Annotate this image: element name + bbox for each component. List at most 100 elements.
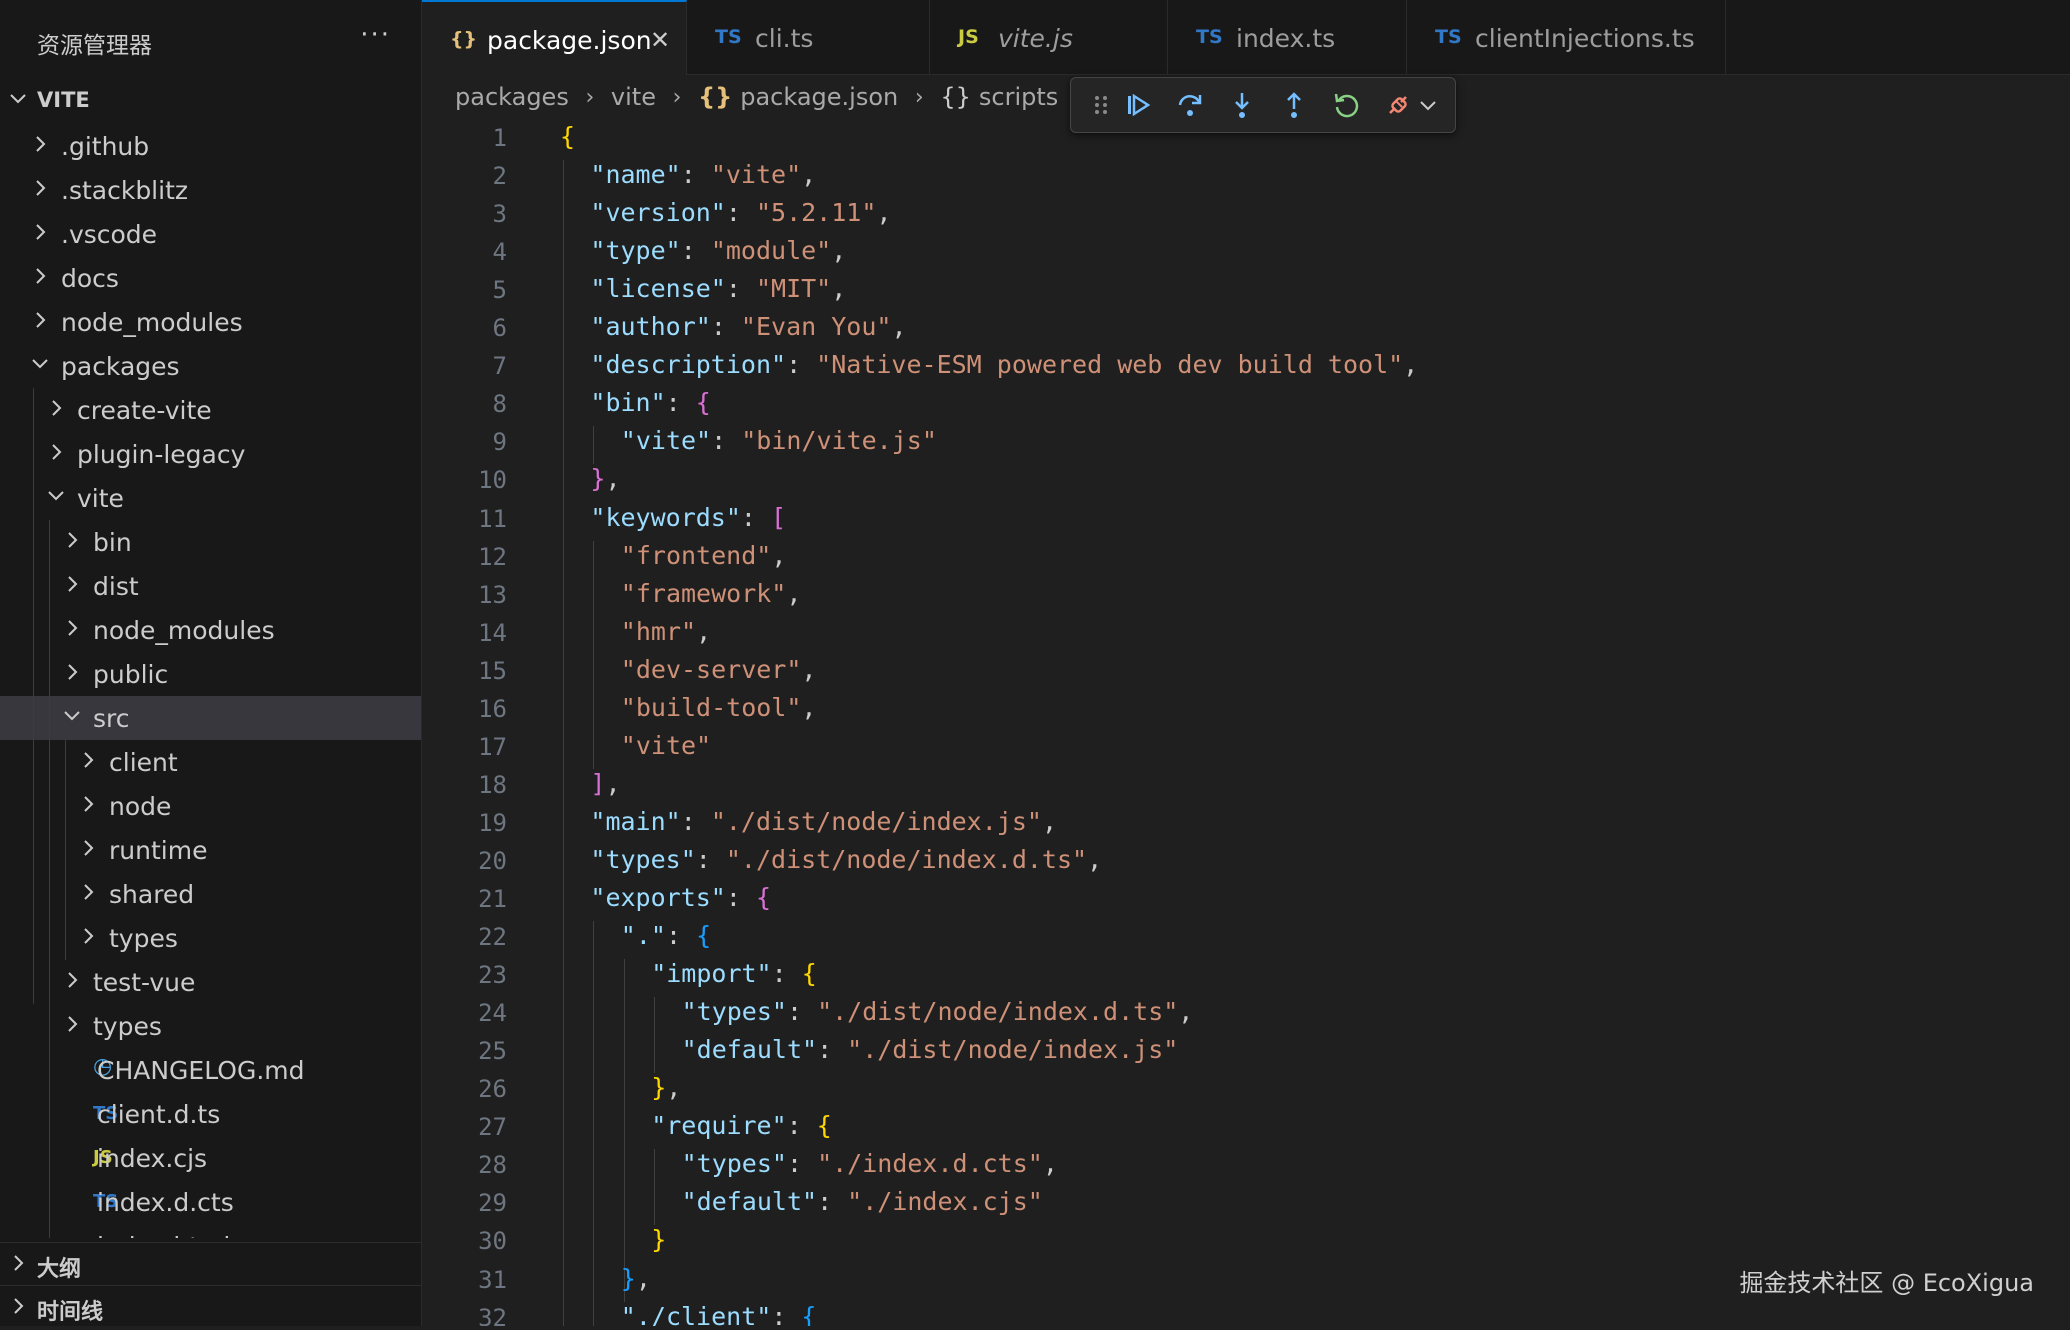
code-line[interactable]: ], [590,769,620,798]
tree-file-row[interactable]: TS index.d.cts [0,1180,421,1224]
tree-folder-row[interactable]: node_modules [0,608,421,652]
tree-folder-row[interactable]: .vscode [0,212,421,256]
code-token: , [605,464,621,494]
restart-icon[interactable] [1330,89,1362,121]
code-line[interactable]: "types": "./index.d.cts", [682,1149,1058,1178]
continue-icon[interactable] [1122,89,1154,121]
outline-label: 大纲 [37,1257,82,1282]
code-token: , [1178,997,1194,1027]
code-token: "bin/vite.js" [741,426,937,456]
tree-folder-row[interactable]: bin [0,520,421,564]
code-line[interactable]: "keywords": [ [590,503,786,532]
ts-icon: TS [1196,26,1223,48]
tree-file-row[interactable]: TS client.d.ts [0,1092,421,1136]
tree-folder-row[interactable]: create-vite [0,388,421,432]
code-line[interactable]: "dev-server", [621,655,817,684]
code-line[interactable]: "require": { [651,1111,832,1140]
chevron-right-icon [84,796,94,812]
line-number: 28 [478,1151,507,1180]
code-line[interactable]: "types": "./dist/node/index.d.ts", [590,845,1102,874]
tree-folder-row[interactable]: packages [0,344,421,388]
code-line[interactable]: "import": { [651,959,817,988]
code-line[interactable]: { [560,122,575,151]
code-token: "framework" [620,578,787,608]
code-line[interactable]: "vite": "bin/vite.js" [621,426,937,455]
tree-folder-row[interactable]: plugin-legacy [0,432,421,476]
code-token: { [801,1301,817,1326]
code-line[interactable]: }, [590,464,620,493]
tree-file-row[interactable]: ◷ CHANGELOG.md [0,1048,421,1092]
code-token: } [590,464,606,494]
code-line[interactable]: "license": "MIT", [590,274,846,303]
code-token: : [725,274,756,304]
line-number: 14 [478,618,507,647]
tree-file-row[interactable]: JS index.cjs [0,1136,421,1180]
code-editor[interactable]: 1 {2 "name": "vite", 3 "version": "5.2.11", 4… [422,122,2070,1326]
tree-folder-row[interactable]: node [0,784,421,828]
code-token: , [1403,350,1419,380]
code-line[interactable]: "type": "module", [590,236,846,265]
explorer-sidebar: 资源管理器 ··· VITE .github .stackblitz .vscode… [0,0,422,1326]
tree-folder-row[interactable]: types [0,1004,421,1048]
tree-item-label: runtime [109,836,208,865]
code-line[interactable]: "main": "./dist/node/index.js", [590,807,1057,836]
tree-folder-row[interactable]: node_modules [0,300,421,344]
timeline-section-header[interactable]: 时间线 [0,1285,421,1330]
workspace-root-row[interactable]: VITE [0,80,421,124]
code-line[interactable]: "frontend", [621,541,787,570]
tree-folder-row[interactable]: public [0,652,421,696]
code-line[interactable]: "vite" [621,731,711,760]
chevron-down-icon[interactable] [1416,89,1440,121]
tree-folder-row[interactable]: .stackblitz [0,168,421,212]
scrollbar-track[interactable] [2064,120,2070,1326]
tree-folder-row[interactable]: shared [0,872,421,916]
line-number: 20 [478,846,507,875]
code-line[interactable]: "default": "./index.cjs" [682,1187,1043,1216]
tree-folder-row[interactable]: client [0,740,421,784]
code-line[interactable]: } [651,1225,666,1254]
tab-package-json[interactable]: {} package.json ✕ [422,0,687,75]
tree-folder-row[interactable]: types [0,916,421,960]
outline-section-header[interactable]: 大纲 [0,1242,421,1287]
step-into-icon[interactable] [1226,89,1258,121]
tab-clientinjections-ts[interactable]: TS clientInjections.ts [1407,0,1726,74]
code-line[interactable]: "hmr", [621,617,711,646]
tree-folder-row[interactable]: docs [0,256,421,300]
drag-handle-icon[interactable] [1085,89,1117,121]
tree-item-label: index.html [97,1232,230,1238]
tree-folder-row[interactable]: dist [0,564,421,608]
code-line[interactable]: ".": { [621,921,711,950]
code-token: : [771,1301,802,1326]
code-line[interactable]: "default": "./dist/node/index.js" [682,1035,1179,1064]
breadcrumb-item-vite[interactable]: vite [611,83,656,111]
code-line[interactable]: "bin": { [590,388,710,417]
breadcrumb-item-symbol[interactable]: scripts [979,83,1058,111]
code-line[interactable]: }, [651,1073,681,1102]
step-out-icon[interactable] [1278,89,1310,121]
code-line[interactable]: "description": "Native-ESM powered web d… [590,350,1418,379]
code-line[interactable]: "exports": { [590,883,771,912]
code-line[interactable]: "build-tool", [621,693,817,722]
tab-vite-js[interactable]: JS vite.js [930,0,1168,74]
tab-index-ts[interactable]: TS index.ts [1168,0,1407,74]
code-line[interactable]: }, [621,1264,651,1293]
tree-folder-row[interactable]: vite [0,476,421,520]
step-over-icon[interactable] [1174,89,1206,121]
more-actions-icon[interactable]: ··· [360,20,391,50]
code-line[interactable]: "name": "vite", [590,160,816,189]
disconnect-icon[interactable] [1382,89,1414,121]
tree-folder-row[interactable]: .github [0,124,421,168]
close-icon[interactable]: ✕ [650,26,670,54]
tab-cli-ts[interactable]: TS cli.ts [687,0,930,74]
code-line[interactable]: "author": "Evan You", [590,312,906,341]
tree-folder-row[interactable]: test-vue [0,960,421,1004]
tree-folder-row[interactable]: runtime [0,828,421,872]
code-line[interactable]: "types": "./dist/node/index.d.ts", [682,997,1194,1026]
breadcrumb-item-packages[interactable]: packages [455,83,569,111]
code-line[interactable]: "version": "5.2.11", [590,198,891,227]
code-line[interactable]: "framework", [621,579,802,608]
code-line[interactable]: "./client": { [621,1302,817,1326]
tree-file-row[interactable]: <>index.html [0,1224,421,1238]
breadcrumb-item-file[interactable]: package.json [740,83,898,111]
tree-folder-row[interactable]: src [0,696,421,740]
